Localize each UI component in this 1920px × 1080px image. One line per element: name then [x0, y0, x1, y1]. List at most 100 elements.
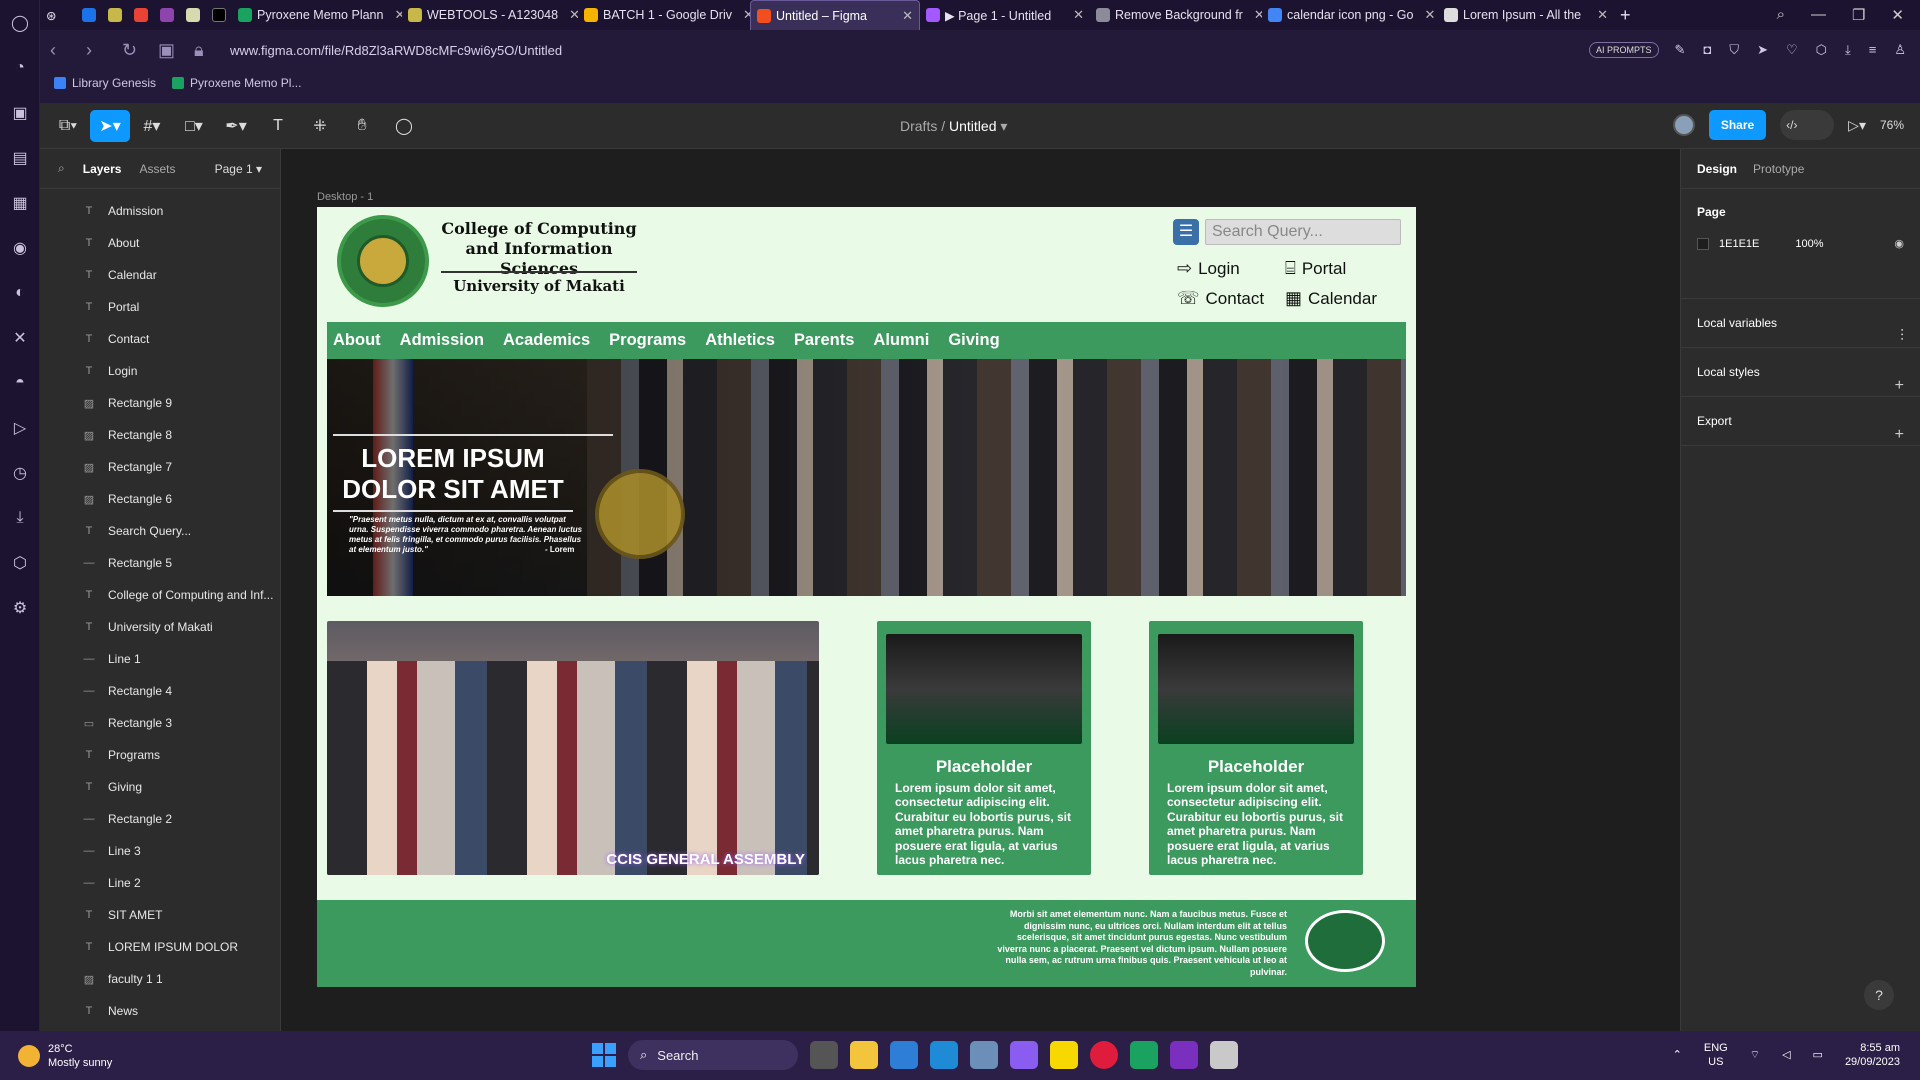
sheets-icon[interactable] [1130, 1041, 1158, 1069]
avatar[interactable] [1672, 114, 1695, 136]
download-icon[interactable]: ⤓ [1845, 42, 1851, 58]
layer-item[interactable]: — Rectangle 2 [40, 803, 280, 835]
heart-icon[interactable]: ♡ [1786, 42, 1798, 58]
tab-design[interactable]: Design [1697, 162, 1737, 176]
app-l-icon[interactable] [930, 1041, 958, 1069]
weather-widget[interactable]: 28°C Mostly sunny [0, 1042, 112, 1070]
nav-item[interactable]: About [333, 331, 381, 350]
aria-icon[interactable]: ▣ [0, 90, 40, 135]
layer-item[interactable]: — Line 3 [40, 835, 280, 867]
task-view-icon[interactable] [810, 1041, 838, 1069]
layer-item[interactable]: T News [40, 995, 280, 1027]
tab-assets[interactable]: Assets [139, 162, 175, 176]
shield-icon[interactable]: ⛉ [1729, 42, 1739, 58]
file-name[interactable]: Untitled [949, 118, 996, 134]
nav-item[interactable]: Athletics [705, 331, 775, 350]
rectangle-tool-icon[interactable]: □▾ [174, 110, 214, 142]
layer-item[interactable]: T University of Makati [40, 611, 280, 643]
send-icon[interactable]: ➤ [1757, 42, 1768, 58]
quick-link-contact[interactable]: ☏ Contact [1177, 288, 1264, 309]
comment-tool-icon[interactable]: ◯ [384, 110, 424, 142]
edit-icon[interactable]: ✎ [1675, 42, 1686, 58]
bookmark-item[interactable]: Pyroxene Memo Pl... [172, 76, 301, 90]
browser-tab[interactable]: ▶ Page 1 - Untitled ✕ [920, 0, 1090, 30]
chat-icon[interactable]: ▤ [0, 135, 40, 180]
layer-item[interactable]: T Contact [40, 323, 280, 355]
nav-item[interactable]: Programs [609, 331, 686, 350]
tab-pinned-drive[interactable] [76, 0, 102, 30]
quick-link-calendar[interactable]: ▦ Calendar [1285, 288, 1377, 309]
page-selector[interactable]: Page 1 ▾ [215, 162, 262, 176]
close-tab-icon[interactable]: ✕ [737, 7, 750, 23]
layer-item[interactable]: T Login [40, 355, 280, 387]
export-section[interactable]: Export + [1681, 397, 1920, 446]
store-icon[interactable] [890, 1041, 918, 1069]
search-icon[interactable]: ⌕ [58, 161, 65, 176]
layer-item[interactable]: T SIT AMET [40, 899, 280, 931]
layer-item[interactable]: T About [40, 227, 280, 259]
battery-icon[interactable]: ▭ [1813, 1048, 1823, 1062]
layer-item[interactable]: ▨ Rectangle 6 [40, 483, 280, 515]
nav-item[interactable]: Academics [503, 331, 590, 350]
close-tab-icon[interactable]: ✕ [1418, 7, 1435, 23]
tab-search-icon[interactable]: ⌕ [1777, 6, 1785, 24]
breadcrumb-drafts[interactable]: Drafts [900, 118, 937, 134]
bookmark-item[interactable]: Library Genesis [54, 76, 156, 90]
maximize-icon[interactable]: ❐ [1852, 6, 1865, 24]
pen-tool-icon[interactable]: ✒▾ [216, 110, 256, 142]
extensions-icon[interactable]: ⬡ [0, 540, 40, 585]
tab-pinned-x[interactable] [206, 0, 232, 30]
color-swatch[interactable] [1697, 237, 1709, 250]
close-tab-icon[interactable]: ✕ [563, 7, 578, 23]
local-variables-section[interactable]: Local variables ⫶ [1681, 299, 1920, 348]
tab-pinned-sheets[interactable] [102, 0, 128, 30]
tab-layers[interactable]: Layers [83, 162, 122, 176]
layer-item[interactable]: T Search Query... [40, 515, 280, 547]
nav-item[interactable]: Giving [948, 331, 999, 350]
browser-tab[interactable]: BATCH 1 - Google Driv ✕ [578, 0, 750, 30]
x-twitter-icon[interactable]: ✕ [0, 315, 40, 360]
ai-prompts-badge[interactable]: AI PROMPTS [1589, 42, 1659, 58]
reload-icon[interactable]: ↻ [122, 40, 142, 61]
quick-link-portal[interactable]: ⌸ Portal [1285, 258, 1346, 279]
frame-label[interactable]: Desktop - 1 [317, 191, 373, 203]
clipboard-icon[interactable]: ▣ [158, 40, 178, 61]
windows-start-icon[interactable] [592, 1043, 616, 1067]
browser-tab[interactable]: Pyroxene Memo Plann ✕ [232, 0, 402, 30]
chevron-up-icon[interactable]: ⌃ [1673, 1048, 1682, 1062]
present-icon[interactable]: ▷▾ [1848, 117, 1866, 134]
tab-pinned-chatgpt[interactable] [180, 0, 206, 30]
layer-item[interactable]: T Calendar [40, 259, 280, 291]
zoom-level[interactable]: 76% [1880, 118, 1904, 132]
volume-icon[interactable]: ◁ [1782, 1048, 1790, 1062]
clock[interactable]: 8:55 am 29/09/2023 [1845, 1041, 1900, 1069]
chevron-down-icon[interactable]: ▾ [1000, 118, 1007, 134]
move-tool-icon[interactable]: ➤▾ [90, 109, 130, 142]
file-explorer-icon[interactable] [850, 1041, 878, 1069]
layer-item[interactable]: T College of Computing and Inf... [40, 579, 280, 611]
tab-pinned-gmail[interactable] [128, 0, 154, 30]
resources-icon[interactable]: ⁜ [300, 110, 340, 142]
nav-item[interactable]: Admission [400, 331, 484, 350]
browser-tab[interactable]: calendar icon png - Go ✕ [1262, 0, 1438, 30]
help-button[interactable]: ? [1864, 980, 1894, 1010]
layer-item[interactable]: T Portal [40, 291, 280, 323]
back-icon[interactable]: ‹ [50, 40, 70, 61]
taskbar-search[interactable]: ⌕ Search [628, 1040, 798, 1070]
snipping-tool-icon[interactable] [1210, 1041, 1238, 1069]
browser-tab-active[interactable]: Untitled – Figma ✕ [750, 0, 920, 30]
tab-pinned-app[interactable] [154, 0, 180, 30]
figma-main-menu-icon[interactable]: ⧉▾ [48, 110, 88, 142]
messenger-icon[interactable]: ◐ [0, 270, 40, 315]
opera-vpn-icon[interactable]: ◉ [0, 225, 40, 270]
layer-item[interactable]: ▨ faculty 1 1 [40, 963, 280, 995]
workspaces-icon[interactable]: ▦ [0, 180, 40, 225]
speed-dial-icon[interactable]: ◔ [0, 45, 40, 90]
layer-item[interactable]: T Giving [40, 771, 280, 803]
layer-item[interactable]: — Rectangle 5 [40, 547, 280, 579]
easy-setup-icon[interactable]: ≡ [1869, 42, 1877, 58]
plus-icon[interactable]: + [1895, 410, 1904, 459]
desktop-frame[interactable]: College of Computing and Information Sci… [317, 207, 1416, 987]
layer-item[interactable]: — Line 2 [40, 867, 280, 899]
history-icon[interactable]: ◷ [0, 450, 40, 495]
